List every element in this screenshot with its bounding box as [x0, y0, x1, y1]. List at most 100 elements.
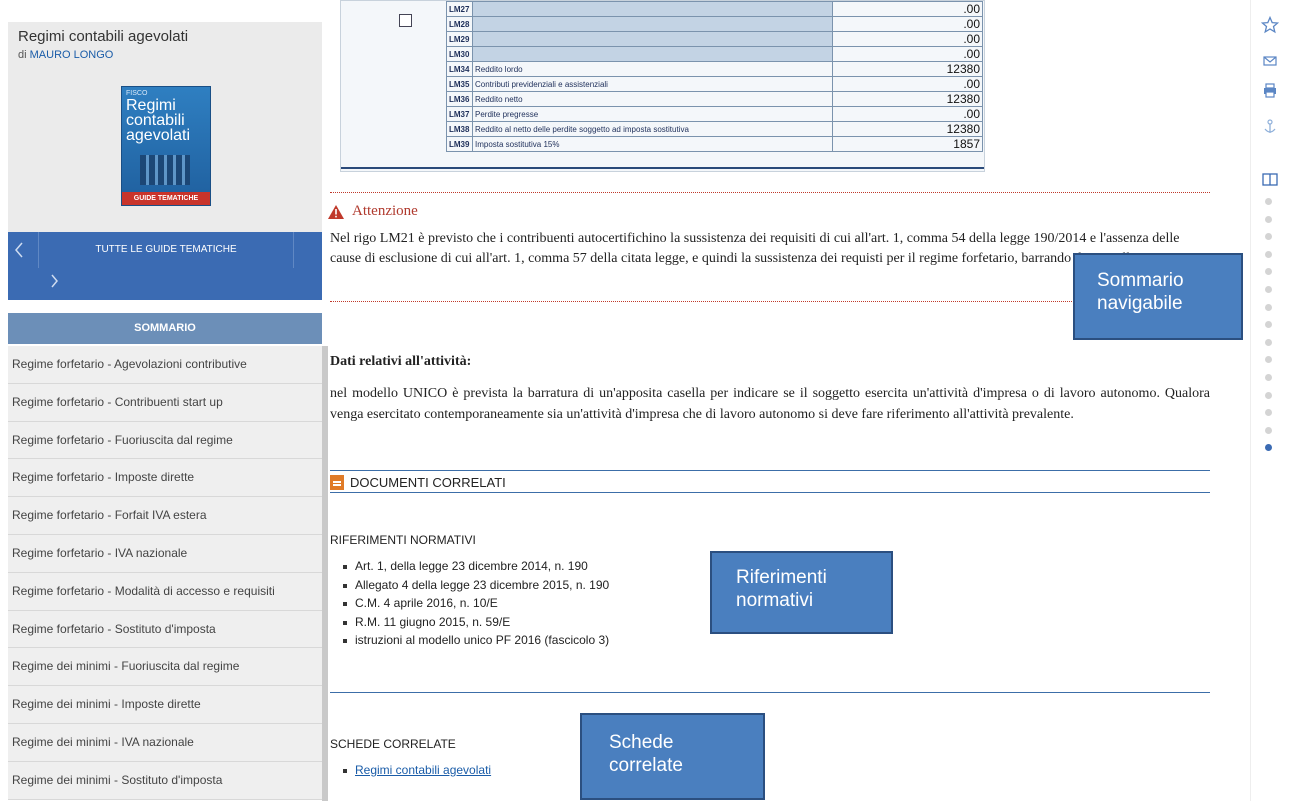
- form-row: LM29 .00: [446, 31, 983, 47]
- form-row-value: 12380: [832, 61, 983, 77]
- form-row-label: Perdite pregresse: [472, 106, 833, 122]
- print-icon[interactable]: [1261, 82, 1279, 100]
- summary-item[interactable]: Regime forfetario - Imposte dirette: [8, 459, 322, 498]
- summary-item[interactable]: Regime dei minimi - IVA nazionale: [8, 723, 322, 762]
- cover-kicker: FISCO: [126, 90, 148, 97]
- summary-item[interactable]: Regime forfetario - Sostituto d'imposta: [8, 610, 322, 649]
- progress-dot[interactable]: [1265, 444, 1272, 452]
- form-row-code: LM34: [446, 61, 473, 77]
- form-row-label: Reddito al netto delle perdite soggetto …: [472, 121, 833, 137]
- form-row-code: LM35: [446, 76, 473, 92]
- progress-dot[interactable]: [1265, 374, 1272, 381]
- sched-list: Regimi contabili agevolati: [343, 761, 491, 779]
- book-icon[interactable]: [1261, 170, 1279, 188]
- book-author: di MAURO LONGO: [18, 49, 113, 61]
- form-row-value: 12380: [832, 121, 983, 137]
- cover-title-line: Regimi: [126, 97, 176, 114]
- summary-item[interactable]: Regime forfetario - Contribuenti start u…: [8, 383, 322, 422]
- summary-item[interactable]: Regime forfetario - Agevolazioni contrib…: [8, 346, 322, 384]
- form-row-value: .00: [832, 16, 983, 32]
- progress-dot[interactable]: [1265, 215, 1272, 223]
- form-row: LM34 Reddito lordo 12380: [446, 61, 983, 77]
- progress-dot[interactable]: [1265, 303, 1272, 311]
- book-title: Regimi contabili agevolati: [18, 28, 189, 45]
- progress-dot[interactable]: [1265, 233, 1272, 241]
- summary-item[interactable]: Regime forfetario - Fuoriuscita dal regi…: [8, 421, 322, 460]
- author-name-link[interactable]: MAURO LONGO: [30, 49, 114, 61]
- related-docs-title: DOCUMENTI CORRELATI: [350, 475, 506, 490]
- summary-list: Regime forfetario - Agevolazioni contrib…: [8, 346, 322, 800]
- summary-scrollbar[interactable]: [322, 346, 328, 801]
- form-row-value: .00: [832, 76, 983, 92]
- progress-dot[interactable]: [1265, 391, 1272, 399]
- refs-callout: Riferimenti normativi: [710, 551, 893, 634]
- sidebar: Regimi contabili agevolati di MAURO LONG…: [8, 22, 328, 801]
- summary-item[interactable]: Regime dei minimi - Sostituto d'imposta: [8, 761, 322, 800]
- callout-line: navigabile: [1097, 293, 1183, 314]
- callout-line: normativi: [736, 590, 814, 611]
- form-row-code: LM30: [446, 46, 473, 62]
- summary-callout: Sommario navigabile: [1073, 253, 1243, 340]
- mail-icon[interactable]: [1261, 52, 1279, 70]
- document-icon: [330, 475, 344, 490]
- summary-item[interactable]: Regime forfetario - Modalità di accesso …: [8, 572, 322, 611]
- form-row: LM39 Imposta sostitutiva 15% 1857: [446, 136, 983, 152]
- form-row-label: [472, 31, 833, 47]
- list-item: Regimi contabili agevolati: [343, 761, 491, 779]
- ref-item: istruzioni al modello unico PF 2016 (fas…: [343, 631, 609, 650]
- summary-item[interactable]: Regime dei minimi - Imposte dirette: [8, 686, 322, 724]
- form-divider: [341, 167, 984, 169]
- docs-bottom-rule: [330, 492, 1210, 493]
- star-icon[interactable]: [1260, 15, 1280, 34]
- warning-icon: [328, 204, 344, 219]
- progress-dot[interactable]: [1265, 409, 1272, 417]
- progress-dot[interactable]: [1265, 250, 1272, 258]
- cover-title-line: agevolati: [126, 127, 191, 144]
- guide-nav-bar: TUTTE LE GUIDE TEMATICHE: [8, 232, 322, 300]
- summary-item[interactable]: Regime forfetario - IVA nazionale: [8, 534, 322, 573]
- activity-text: nel modello UNICO è prevista la barratur…: [330, 386, 1210, 422]
- progress-dot[interactable]: [1265, 286, 1272, 293]
- progress-dot[interactable]: [1265, 338, 1272, 346]
- progress-dot[interactable]: [1265, 321, 1272, 329]
- form-row: LM38 Reddito al netto delle perdite sogge…: [446, 121, 983, 137]
- right-toolbar: [1250, 0, 1297, 801]
- form-row: LM37 Perdite pregresse .00: [446, 106, 983, 122]
- summary-item[interactable]: Regime dei minimi - Fuoriuscita dal regi…: [8, 648, 322, 687]
- progress-dot[interactable]: [1265, 198, 1272, 205]
- sched-link[interactable]: Regimi contabili agevolati: [355, 763, 491, 777]
- ref-item: R.M. 11 giugno 2015, n. 59/E: [343, 613, 609, 632]
- form-row-value: .00: [832, 46, 983, 62]
- form-row-label: [472, 16, 833, 32]
- all-guides-button[interactable]: TUTTE LE GUIDE TEMATICHE: [38, 232, 294, 268]
- form-row-value: 12380: [832, 91, 983, 107]
- callout-line: Riferimenti: [736, 567, 827, 588]
- form-row: LM30 .00: [446, 46, 983, 62]
- progress-dot[interactable]: [1265, 268, 1272, 276]
- form-row-code: LM36: [446, 91, 473, 107]
- callout-line: Sommario: [1097, 270, 1184, 291]
- book-card: Regimi contabili agevolati di MAURO LONG…: [8, 22, 322, 232]
- anchor-icon[interactable]: [1261, 118, 1279, 136]
- form-row-code: LM37: [446, 106, 473, 122]
- cover-band: GUIDE TEMATICHE: [122, 192, 210, 205]
- ref-item: Art. 1, della legge 23 dicembre 2014, n.…: [343, 557, 609, 576]
- progress-dot[interactable]: [1265, 356, 1272, 364]
- progress-dot[interactable]: [1265, 426, 1272, 434]
- callout-line: correlate: [609, 755, 683, 776]
- attention-top-divider: [330, 192, 1210, 193]
- refs-list: Art. 1, della legge 23 dicembre 2014, n.…: [343, 557, 609, 650]
- form-checkbox: [399, 14, 412, 27]
- summary-heading: SOMMARIO: [8, 313, 322, 344]
- form-row-label: Contributi previdenziali e assistenziali: [472, 76, 833, 92]
- chevron-left-icon[interactable]: [14, 242, 24, 263]
- book-cover[interactable]: FISCO Regimi contabili agevolati GUIDE T…: [121, 86, 211, 206]
- calculator-image: [140, 155, 190, 185]
- form-row-value: 1857: [832, 136, 983, 152]
- ref-item: C.M. 4 aprile 2016, n. 10/E: [343, 594, 609, 613]
- form-row-label: [472, 1, 833, 17]
- form-row: LM28 .00: [446, 16, 983, 32]
- attention-title-text: Attenzione: [352, 203, 418, 219]
- summary-item[interactable]: Regime forfetario - Forfait IVA estera: [8, 497, 322, 535]
- chevron-right-icon[interactable]: [50, 274, 59, 291]
